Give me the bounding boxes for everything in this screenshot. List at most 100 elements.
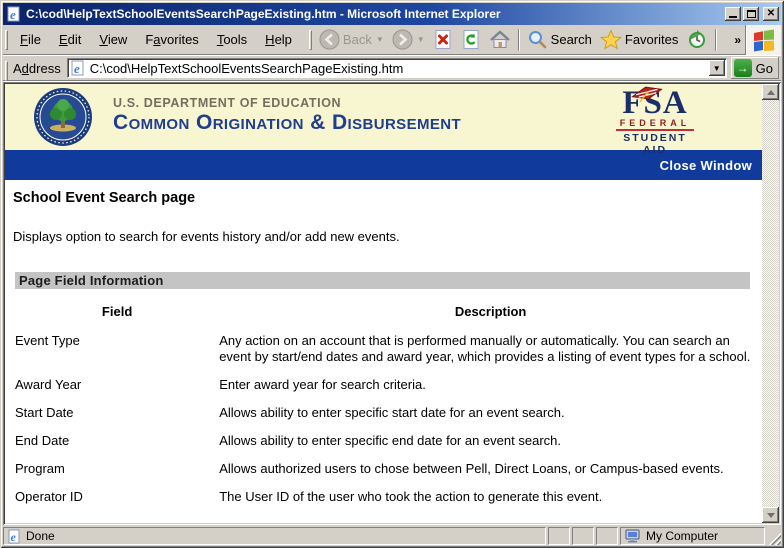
close-window-link[interactable]: Close Window (660, 158, 762, 173)
menu-edit[interactable]: Edit (50, 28, 90, 51)
maximize-button[interactable] (743, 7, 759, 21)
search-button[interactable]: Search (523, 26, 596, 54)
fsa-student-aid: STUDENT AID (616, 132, 694, 156)
ie-status-icon: e (7, 529, 22, 544)
address-dropdown-button[interactable]: ▼ (709, 60, 725, 76)
my-computer-icon (625, 529, 641, 543)
field-description: Enter award year for search criteria. (219, 377, 762, 393)
page-intro: Displays option to search for events his… (13, 229, 762, 244)
field-description: Any action on an account that is perform… (219, 333, 762, 365)
dept-of-education-seal (33, 87, 93, 147)
fsa-federal: FEDERAL (616, 118, 694, 131)
address-input[interactable]: e C:\cod\HelpTextSchoolEventsSearchPageE… (67, 58, 727, 78)
stop-icon (433, 29, 453, 50)
menu-tools[interactable]: Tools (208, 28, 256, 51)
menu-bar: File Edit View Favorites Tools Help (11, 25, 301, 54)
scroll-down-icon (767, 513, 775, 518)
table-row: End Date Allows ability to enter specifi… (5, 433, 762, 449)
status-bar: e Done My Computer (3, 525, 781, 545)
refresh-icon (461, 29, 481, 50)
ie-page-icon-small: e (70, 60, 86, 76)
field-name: Program (15, 461, 219, 477)
windows-logo-throbber (745, 25, 781, 55)
toolbar-separator-2 (715, 29, 717, 51)
refresh-button[interactable] (457, 26, 485, 54)
zone-text: My Computer (646, 529, 718, 543)
go-arrow-icon: → (734, 59, 752, 77)
status-message-pane: e Done (3, 527, 546, 545)
scroll-down-button[interactable] (762, 507, 779, 523)
status-pane-3 (596, 527, 618, 545)
svg-text:e: e (10, 7, 16, 22)
column-header-field: Field (15, 304, 219, 319)
toolbar: Back ▼ ▼ (315, 25, 745, 54)
menu-view[interactable]: View (90, 28, 136, 51)
field-table: Event Type Any action on an account that… (5, 333, 762, 505)
table-row: Award Year Enter award year for search c… (5, 377, 762, 393)
field-name: Operator ID (15, 489, 219, 505)
table-row: Event Type Any action on an account that… (5, 333, 762, 365)
security-zone-pane: My Computer (620, 527, 765, 545)
address-band-grip[interactable] (5, 61, 8, 81)
field-description: Allows authorized users to chose between… (219, 461, 762, 477)
page-title: School Event Search page (13, 190, 762, 206)
field-description: Allows ability to enter specific start d… (219, 405, 762, 421)
favorites-button[interactable]: Favorites (596, 26, 682, 54)
field-name: Award Year (15, 377, 219, 393)
stop-button[interactable] (429, 26, 457, 54)
column-header-description: Description (219, 304, 762, 319)
svg-text:e: e (74, 61, 80, 76)
status-text: Done (26, 529, 55, 543)
help-page: U.S. DEPARTMENT OF EDUCATION Common Orig… (5, 84, 762, 523)
resize-grip[interactable] (767, 527, 781, 545)
history-button[interactable] (682, 26, 712, 54)
status-pane-1 (548, 527, 570, 545)
svg-text:e: e (11, 530, 17, 544)
search-icon (527, 29, 548, 50)
minimize-icon (729, 16, 737, 18)
resize-grip-icon (769, 533, 781, 545)
back-dropdown-icon[interactable]: ▼ (376, 35, 384, 44)
menu-file[interactable]: File (11, 28, 50, 51)
menu-band-grip[interactable] (5, 30, 8, 50)
field-name: Start Date (15, 405, 219, 421)
fsa-logo: FSA FEDERAL STUDENT AID (616, 86, 694, 156)
ie-page-icon: e (6, 6, 22, 22)
toolbar-band-grip[interactable] (309, 30, 312, 50)
rebar: File Edit View Favorites Tools Help Back… (3, 25, 781, 55)
browser-window: e C:\cod\HelpTextSchoolEventsSearchPageE… (0, 0, 784, 548)
menu-help[interactable]: Help (256, 28, 301, 51)
scroll-up-button[interactable] (762, 84, 779, 100)
go-button[interactable]: → Go (731, 57, 779, 79)
back-icon (319, 29, 340, 50)
table-row: Program Allows authorized users to chose… (5, 461, 762, 477)
section-header: Page Field Information (15, 272, 750, 289)
brand-line: Common Origination & Disbursement (113, 111, 461, 135)
forward-button[interactable]: ▼ (388, 26, 429, 54)
home-icon (489, 29, 511, 50)
field-description: Allows ability to enter specific end dat… (219, 433, 762, 449)
title-bar[interactable]: e C:\cod\HelpTextSchoolEventsSearchPageE… (3, 3, 781, 25)
table-row: Operator ID The User ID of the user who … (5, 489, 762, 505)
table-column-headers: Field Description (5, 304, 762, 319)
field-name: Event Type (15, 333, 219, 365)
menu-favorites[interactable]: Favorites (136, 28, 207, 51)
agency-titles: U.S. DEPARTMENT OF EDUCATION Common Orig… (113, 96, 461, 135)
forward-dropdown-icon[interactable]: ▼ (417, 35, 425, 44)
toolbar-chevron-icon[interactable]: » (730, 33, 745, 47)
field-description: The User ID of the user who took the act… (219, 489, 762, 505)
minimize-button[interactable] (725, 7, 741, 21)
close-button[interactable]: ✕ (763, 7, 779, 21)
field-name: End Date (15, 433, 219, 449)
scroll-up-icon (767, 90, 775, 95)
vertical-scrollbar[interactable] (762, 84, 779, 523)
toolbar-separator (518, 29, 520, 51)
address-bar: Address e C:\cod\HelpTextSchoolEventsSea… (3, 56, 781, 81)
status-pane-2 (572, 527, 594, 545)
browser-viewport: U.S. DEPARTMENT OF EDUCATION Common Orig… (3, 82, 781, 525)
window-title: C:\cod\HelpTextSchoolEventsSearchPageExi… (26, 7, 725, 21)
back-button[interactable]: Back ▼ (315, 26, 388, 54)
home-button[interactable] (485, 26, 515, 54)
dept-line: U.S. DEPARTMENT OF EDUCATION (113, 96, 461, 110)
forward-icon (392, 29, 413, 50)
